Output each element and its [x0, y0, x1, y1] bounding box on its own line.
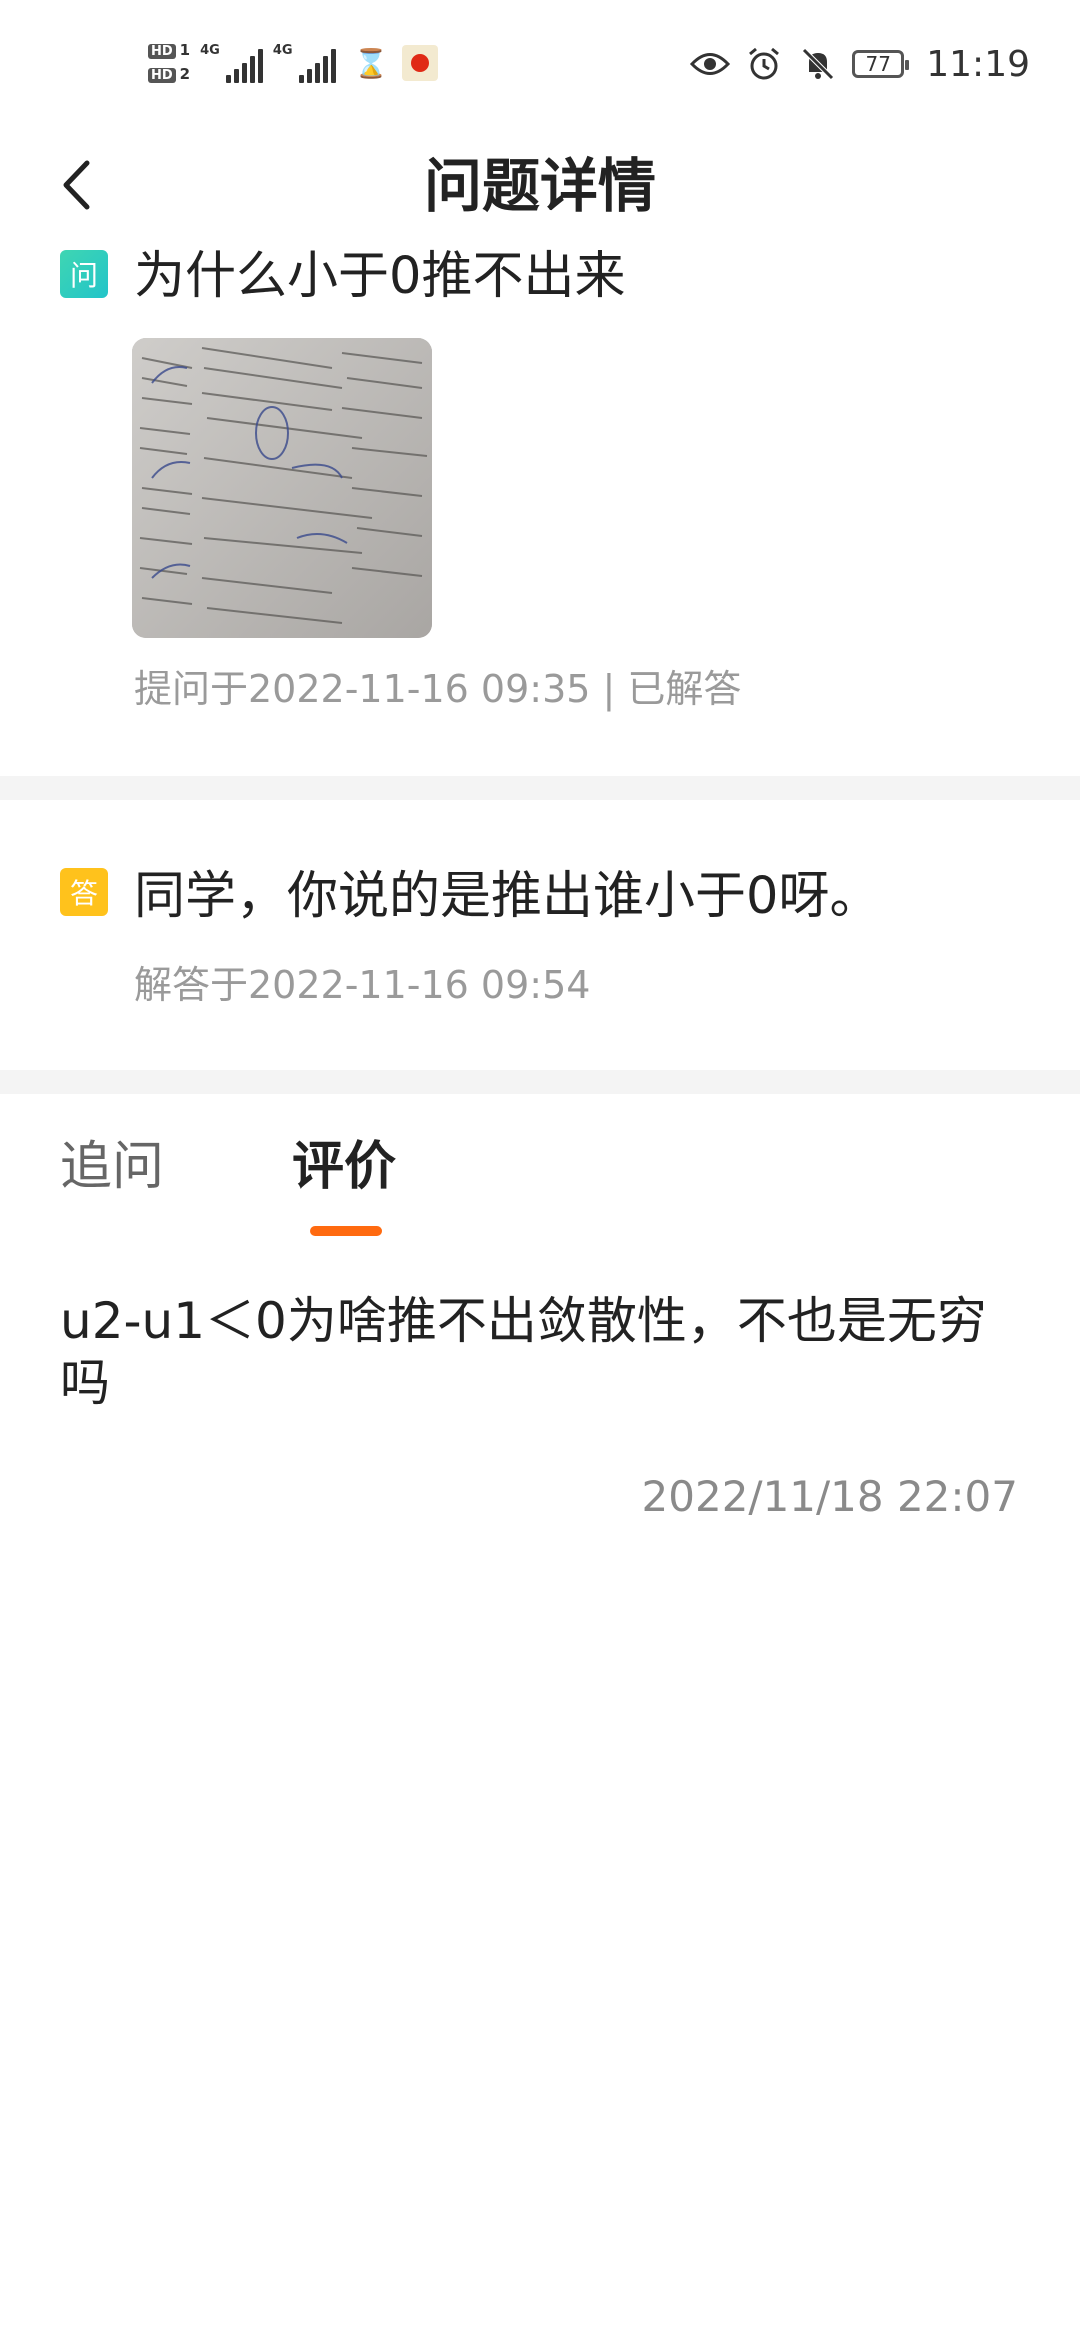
mute-icon	[798, 44, 838, 84]
tomato-app-icon	[402, 45, 439, 81]
signal-icon-sim1: 4G	[200, 43, 263, 83]
hourglass-icon: ⌛	[353, 46, 389, 80]
answer-meta: 解答于2022-11-16 09:54	[134, 963, 591, 1007]
alarm-icon	[744, 44, 784, 84]
question-text: 为什么小于0推不出来	[134, 247, 626, 306]
question-meta: 提问于2022-11-16 09:35 | 已解答	[134, 667, 742, 711]
active-tab-indicator	[310, 1226, 382, 1236]
app-header: 问题详情	[0, 130, 1080, 250]
section-divider	[0, 1070, 1080, 1094]
status-right: 77 11:19	[690, 42, 1030, 86]
question-tag: 问	[60, 250, 108, 298]
sim-indicators: HD 1 HD 2	[148, 41, 190, 85]
review-time: 2022/11/18 22:07	[641, 1472, 1018, 1521]
section-divider	[0, 776, 1080, 800]
review-text: u2-u1＜0为啥推不出敛散性，不也是无穷吗	[60, 1292, 987, 1412]
sim2-label: 2	[179, 65, 191, 83]
answer-text: 同学，你说的是推出谁小于0呀。	[134, 867, 881, 926]
page-title: 问题详情	[423, 152, 656, 220]
battery-level: 77	[865, 52, 891, 76]
hd1-badge: HD	[148, 44, 176, 59]
network-type-1: 4G	[200, 43, 220, 58]
tab-follow-up[interactable]: 追问	[60, 1132, 164, 1202]
tab-review[interactable]: 评价	[292, 1132, 396, 1202]
network-type-2: 4G	[272, 43, 293, 58]
eye-icon	[690, 44, 731, 84]
status-left: HD 1 HD 2 4G 4G ⌛	[148, 38, 439, 88]
signal-icon-sim2: 4G	[273, 43, 336, 83]
battery-icon: 77	[852, 50, 910, 78]
status-bar: HD 1 HD 2 4G 4G ⌛ 77 11:19	[0, 0, 1080, 130]
question-photo-thumbnail[interactable]	[132, 338, 432, 638]
answer-tag: 答	[60, 868, 108, 916]
sim1-label: 1	[179, 41, 191, 59]
hd2-badge: HD	[148, 68, 176, 83]
clock: 11:19	[926, 43, 1030, 85]
